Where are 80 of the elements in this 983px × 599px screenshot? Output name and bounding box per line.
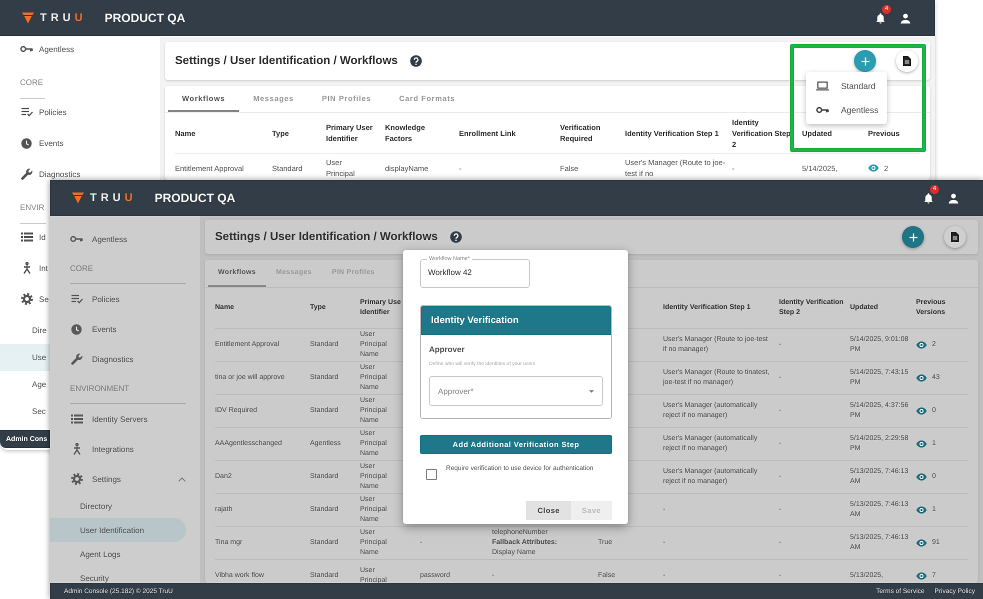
user-icon[interactable] — [948, 192, 959, 204]
settings-icon — [20, 293, 32, 305]
clock-icon — [71, 324, 82, 334]
menu-item[interactable]: Agentless — [806, 98, 887, 122]
eye-icon[interactable] — [916, 572, 927, 580]
wrench-icon — [20, 168, 32, 180]
nav-item[interactable]: Policies — [50, 284, 200, 314]
checklist-icon — [20, 107, 32, 117]
nav-item[interactable]: Sec — [0, 398, 50, 425]
document-icon — [951, 232, 959, 242]
approver-select[interactable]: Approver* — [429, 376, 603, 406]
list-icon — [70, 414, 82, 424]
list-icon — [20, 232, 32, 242]
page-title: Settings / User Identification / Workflows — [215, 231, 438, 243]
workflow-name-input[interactable]: Workflow 42 — [427, 266, 524, 277]
plus-icon — [908, 232, 918, 242]
product-name: PRODUCT QA — [104, 11, 186, 25]
nav-item[interactable]: Settings — [50, 464, 200, 494]
nav-item[interactable]: Integrations — [50, 434, 200, 464]
document-button[interactable] — [896, 50, 918, 72]
product-name: PRODUCT QA — [154, 191, 236, 205]
nav-item[interactable]: Security — [50, 566, 200, 583]
checkbox[interactable] — [426, 469, 437, 480]
eye-icon[interactable] — [916, 473, 927, 481]
nav-item[interactable]: Dire — [0, 317, 51, 344]
nav-item[interactable]: Diagnostics — [0, 168, 80, 180]
key-icon — [20, 45, 33, 53]
help-icon[interactable] — [410, 55, 422, 67]
bell-icon[interactable] — [875, 12, 886, 24]
add-button[interactable] — [902, 226, 924, 248]
document-icon — [903, 56, 911, 66]
eye-icon[interactable] — [916, 539, 927, 547]
laptop-icon — [816, 81, 829, 91]
document-button[interactable] — [944, 226, 966, 248]
eye-icon[interactable] — [916, 440, 927, 448]
logo-icon — [22, 12, 34, 24]
clock-icon — [21, 138, 32, 148]
nav-item[interactable]: User Identification — [50, 518, 186, 542]
key-icon — [70, 235, 83, 243]
section-heading: ENVIRONMENT — [70, 374, 186, 404]
add-button[interactable] — [854, 50, 876, 72]
nav-item[interactable]: Events — [50, 314, 200, 344]
eye-icon[interactable] — [916, 374, 927, 382]
chevron-icon[interactable] — [178, 476, 186, 482]
wrench-icon — [70, 353, 82, 365]
card-title: Identity Verification — [421, 306, 611, 335]
nav-item[interactable]: Diagnostics — [50, 344, 200, 374]
nav-item[interactable]: Use — [0, 344, 50, 371]
bell-icon[interactable] — [923, 192, 934, 204]
nav-item[interactable]: Agentless — [0, 43, 74, 55]
settings-icon — [70, 473, 82, 485]
section-heading: CORE — [20, 67, 46, 99]
checklist-icon — [70, 294, 82, 304]
dropdown-caret-icon — [589, 390, 594, 392]
key-icon — [816, 106, 829, 114]
nav-item[interactable]: Int — [0, 262, 48, 274]
figure-icon — [22, 262, 32, 274]
logo-icon — [72, 192, 84, 204]
user-icon[interactable] — [900, 12, 911, 24]
nav-item[interactable]: Policies — [0, 106, 67, 118]
help-icon[interactable] — [450, 231, 462, 243]
nav-item[interactable]: Age — [0, 371, 50, 398]
nav-item[interactable]: Agent Logs — [50, 542, 200, 566]
nav-item[interactable]: Id — [0, 231, 46, 243]
figure-icon — [72, 443, 82, 455]
nav-item[interactable]: Directory — [50, 494, 200, 518]
section-label: Approver — [429, 345, 466, 354]
page-title: Settings / User Identification / Workflows — [175, 55, 398, 67]
eye-icon[interactable] — [916, 341, 927, 349]
nav-item[interactable]: Agentless — [50, 224, 200, 254]
eye-icon[interactable] — [916, 407, 927, 415]
nav-item[interactable]: Se — [0, 293, 49, 305]
section-heading: ENVIR — [20, 192, 46, 224]
section-heading: CORE — [70, 254, 186, 284]
plus-icon — [860, 56, 870, 66]
nav-item[interactable]: Events — [0, 137, 64, 149]
nav-item[interactable]: Identity Servers — [50, 404, 200, 434]
eye-icon[interactable] — [868, 164, 879, 172]
menu-item[interactable]: Standard — [806, 74, 887, 98]
eye-icon[interactable] — [916, 506, 927, 514]
